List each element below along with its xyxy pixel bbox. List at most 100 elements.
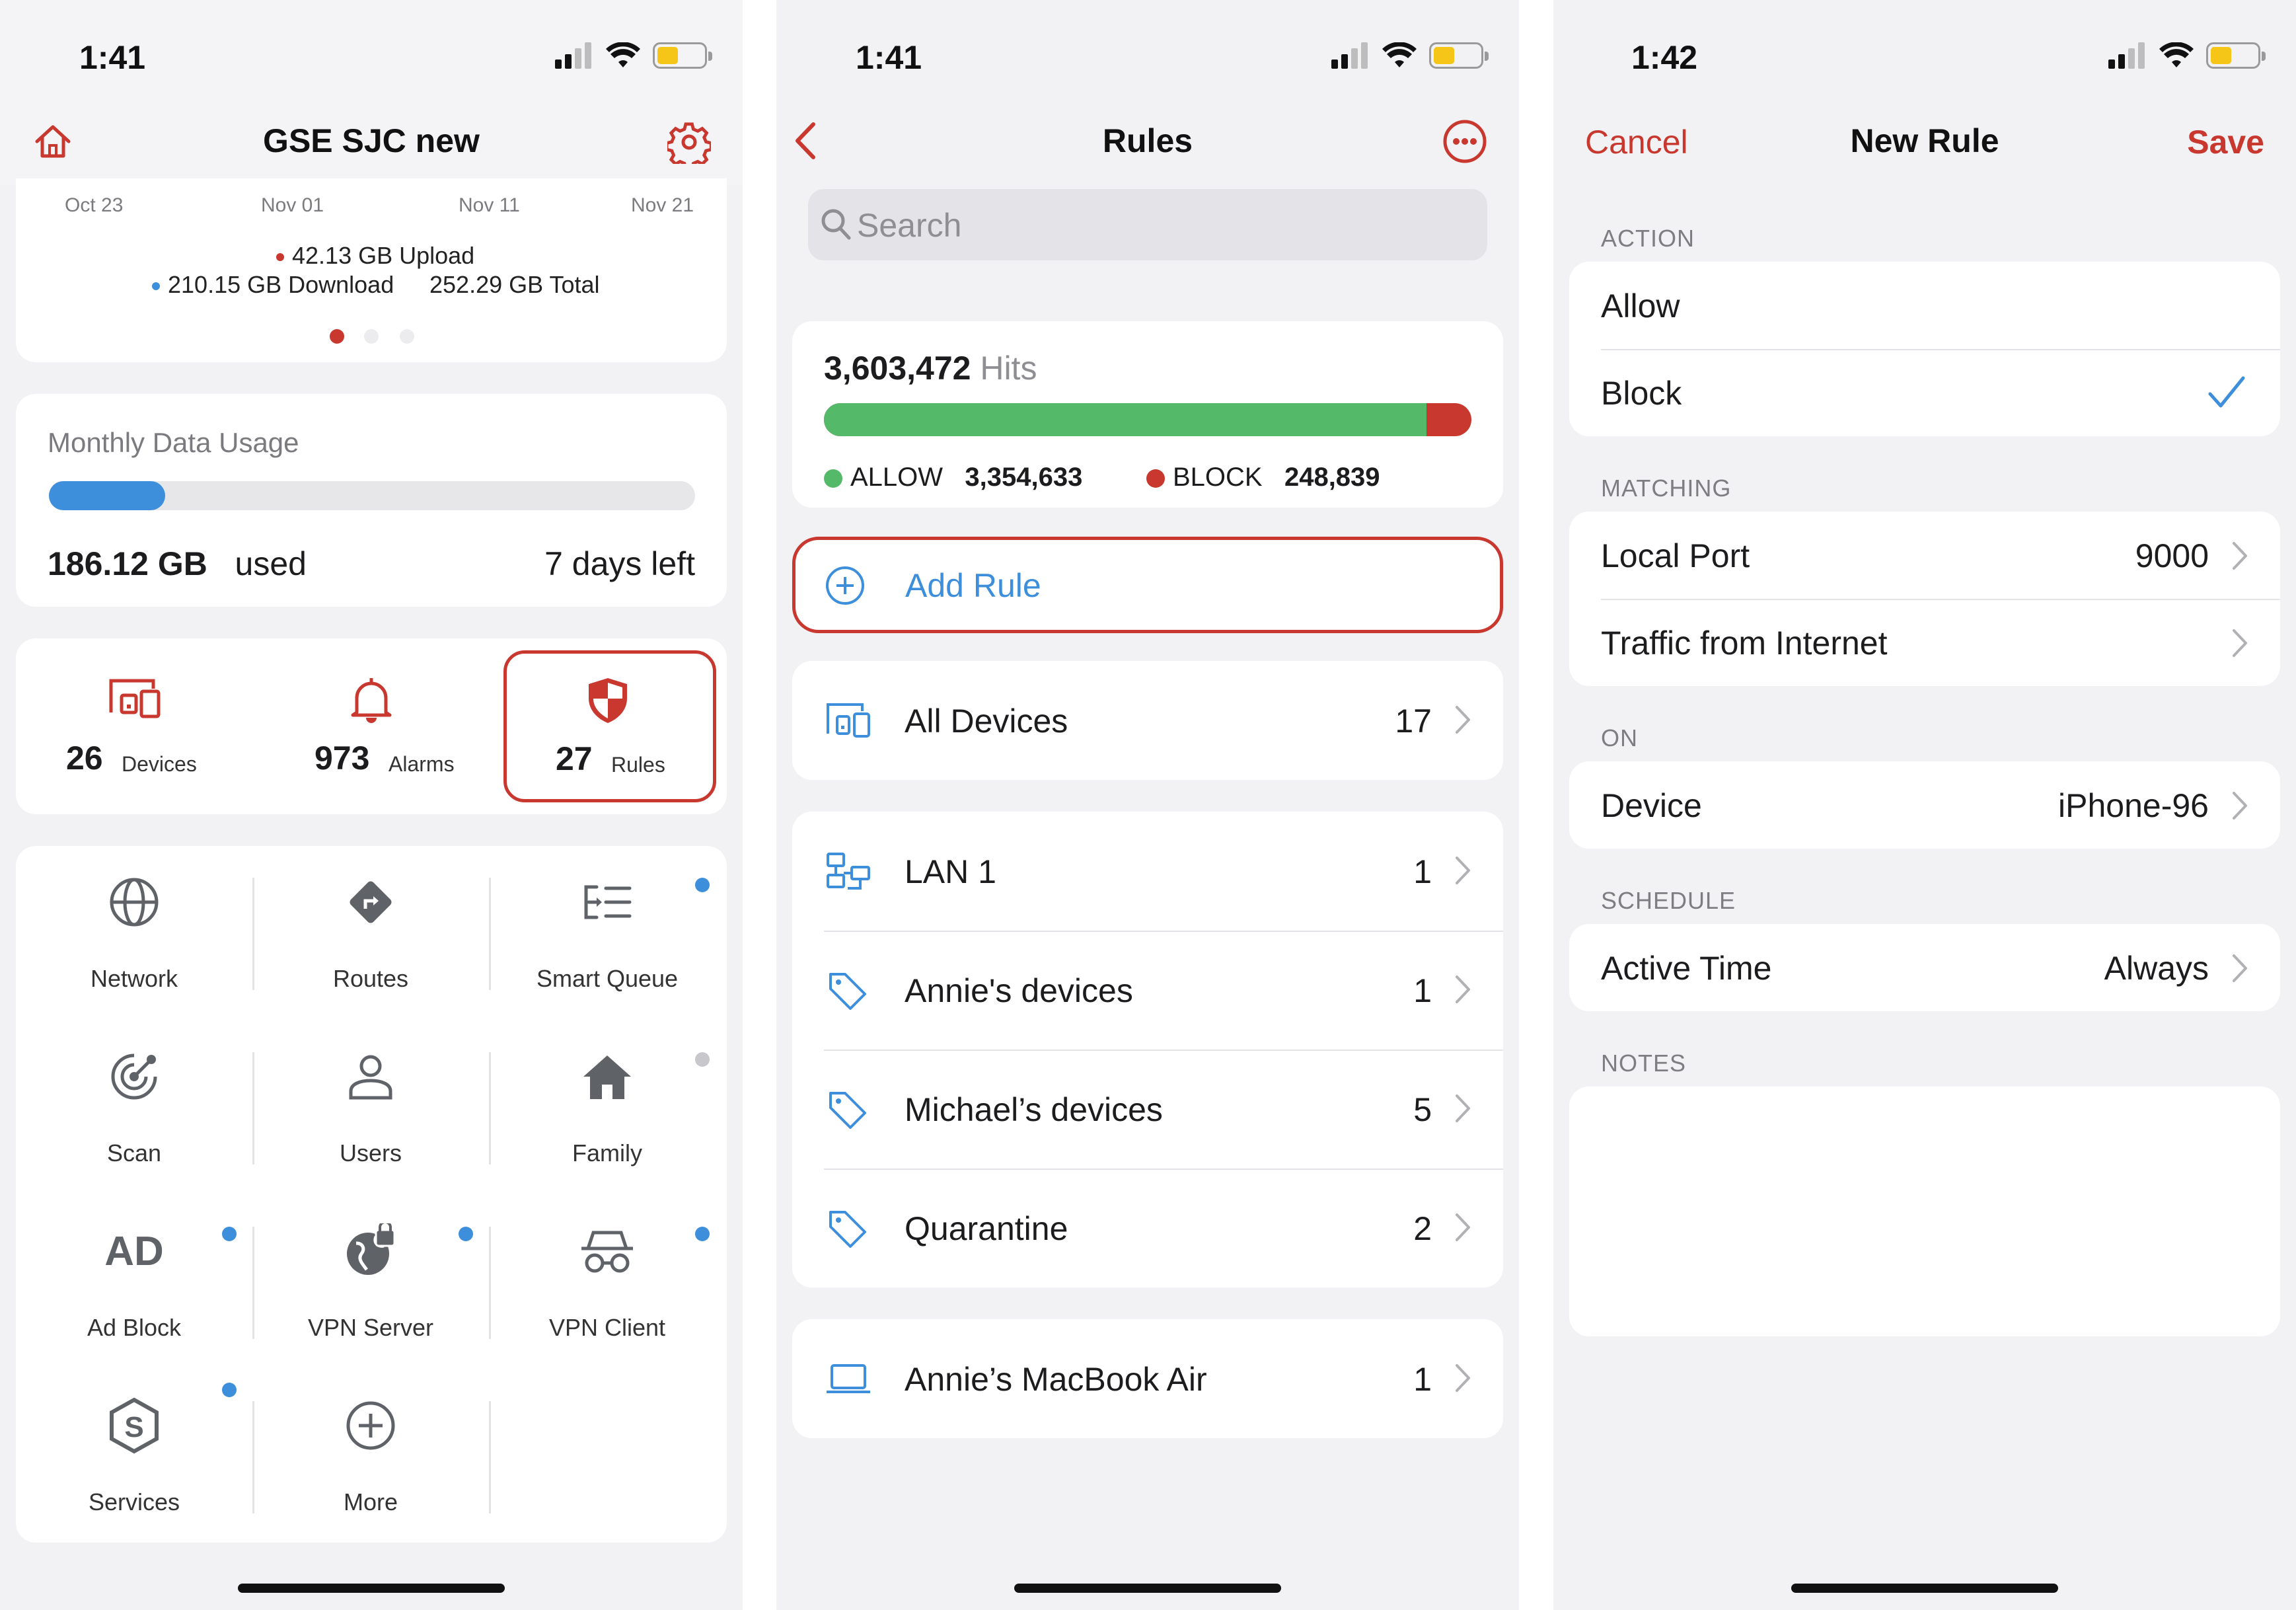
status-badge [695, 1052, 710, 1067]
list-item[interactable]: Annie's devices 1 [792, 931, 1503, 1050]
usage-used-label: used [235, 545, 307, 582]
page-indicator[interactable] [400, 329, 414, 344]
tile-family[interactable]: Family [489, 1020, 725, 1195]
plus-circle-icon [826, 566, 864, 605]
tile-routes[interactable]: Routes [252, 846, 489, 1020]
new-badge [222, 1383, 237, 1397]
status-bar: 1:42 [1553, 0, 2296, 106]
chevron-right-icon [1456, 706, 1470, 734]
new-badge [222, 1227, 237, 1241]
traffic-direction-row[interactable]: Traffic from Internet [1569, 599, 2280, 686]
gear-icon[interactable] [667, 120, 711, 164]
section-title-matching: MATCHING [1601, 475, 1732, 502]
tile-label: Users [339, 1139, 402, 1167]
action-block-option[interactable]: Block [1569, 349, 2280, 436]
download-dot [152, 282, 160, 291]
more-options-icon[interactable] [1442, 119, 1487, 164]
tile-vpn-server[interactable]: VPN Server [252, 1195, 489, 1369]
svg-text:S: S [124, 1411, 143, 1443]
chevron-right-icon [1456, 1213, 1470, 1241]
route-icon [350, 881, 392, 923]
battery-icon [1429, 42, 1489, 69]
chevron-right-icon [2233, 792, 2247, 820]
device-row[interactable]: Device iPhone-96 [1569, 761, 2280, 849]
smart-queue-icon [584, 885, 632, 919]
tile-label: Smart Queue [536, 965, 679, 992]
wifi-icon [606, 42, 640, 67]
row-label: LAN 1 [905, 853, 996, 890]
cellular-signal-icon [555, 42, 591, 69]
device-row[interactable]: Annie’s MacBook Air 1 [792, 1319, 1503, 1438]
tile-smart-queue[interactable]: Smart Queue [489, 846, 725, 1020]
search-input[interactable]: Search [808, 189, 1487, 260]
rules-stat[interactable]: 27 Rules [503, 650, 716, 802]
schedule-card: Active Time Always [1569, 924, 2280, 1011]
total-label: 252.29 GB Total [429, 271, 600, 298]
shield-icon [589, 678, 627, 723]
upload-label: 42.13 GB Upload [292, 242, 475, 269]
usage-days-left: 7 days left [544, 545, 695, 582]
search-placeholder: Search [857, 207, 962, 244]
home-indicator[interactable] [238, 1584, 505, 1593]
tile-label: Network [90, 965, 178, 992]
page-indicator-active[interactable] [330, 329, 344, 344]
rules-screen: 1:41 Rules Search 3,603,472 Hits ALLOW 3… [776, 0, 1519, 1610]
tile-label: Family [572, 1139, 642, 1167]
tile-label: Services [88, 1488, 180, 1515]
usage-title: Monthly Data Usage [48, 427, 299, 458]
usage-progress-track [49, 481, 695, 510]
home-indicator[interactable] [1791, 1584, 2058, 1593]
chevron-right-icon [2233, 629, 2247, 657]
save-button[interactable]: Save [2187, 123, 2264, 161]
feature-grid: Network Routes Smart Queue Scan Users Fa… [16, 846, 727, 1543]
row-count: 5 [1413, 1091, 1432, 1128]
all-devices-row[interactable]: All Devices 17 [792, 661, 1503, 780]
tile-scan[interactable]: Scan [16, 1020, 252, 1195]
hits-count: 3,603,472 [824, 350, 971, 387]
list-item[interactable]: Michael’s devices 5 [792, 1050, 1503, 1169]
row-value: 9000 [2135, 537, 2209, 574]
section-title-notes: NOTES [1601, 1050, 1687, 1077]
tile-network[interactable]: Network [16, 846, 252, 1020]
tile-users[interactable]: Users [252, 1020, 489, 1195]
on-card: Device iPhone-96 [1569, 761, 2280, 849]
local-port-row[interactable]: Local Port 9000 [1569, 512, 2280, 599]
status-time: 1:41 [856, 39, 922, 76]
active-time-row[interactable]: Active Time Always [1569, 924, 2280, 1011]
row-count: 2 [1413, 1210, 1432, 1247]
row-count: 1 [1413, 1361, 1432, 1398]
upload-legend: 42.13 GB Upload [276, 242, 474, 270]
page-indicator[interactable] [364, 329, 379, 344]
list-item[interactable]: LAN 1 1 [792, 812, 1503, 931]
alarms-stat[interactable]: 973 Alarms [252, 638, 489, 814]
row-label: Quarantine [905, 1210, 1068, 1247]
list-item[interactable]: Quarantine 2 [792, 1169, 1503, 1287]
status-time: 1:42 [1631, 39, 1698, 76]
allow-fill [824, 403, 1427, 436]
monthly-usage-card[interactable]: Monthly Data Usage 186.12 GB used 7 days… [16, 394, 727, 607]
chevron-right-icon [1456, 1094, 1470, 1122]
chevron-right-icon [2233, 542, 2247, 570]
page-title: GSE SJC new [263, 122, 480, 159]
alarms-label: Alarms [389, 752, 455, 776]
globe-icon [110, 878, 159, 927]
chart-x-label: Nov 01 [261, 194, 324, 216]
devices-stat[interactable]: 26 Devices [16, 638, 252, 814]
home-indicator[interactable] [1014, 1584, 1281, 1593]
battery-icon [2206, 42, 2266, 69]
tile-vpn-client[interactable]: VPN Client [489, 1195, 725, 1369]
page-title: New Rule [1850, 122, 1999, 159]
tag-icon [829, 1092, 866, 1129]
section-title-schedule: SCHEDULE [1601, 887, 1736, 914]
search-icon [821, 209, 851, 240]
action-allow-option[interactable]: Allow [1569, 262, 2280, 349]
vpn-server-icon [347, 1223, 396, 1275]
add-rule-button[interactable]: Add Rule [792, 537, 1503, 633]
row-count: 17 [1395, 703, 1432, 740]
tile-ad-block[interactable]: AD Ad Block [16, 1195, 252, 1369]
tile-services[interactable]: S Services [16, 1369, 252, 1544]
notes-textarea[interactable] [1569, 1087, 2280, 1336]
option-label: Allow [1601, 288, 1680, 325]
devices-label: Devices [122, 752, 197, 776]
tile-more[interactable]: More [252, 1369, 489, 1544]
